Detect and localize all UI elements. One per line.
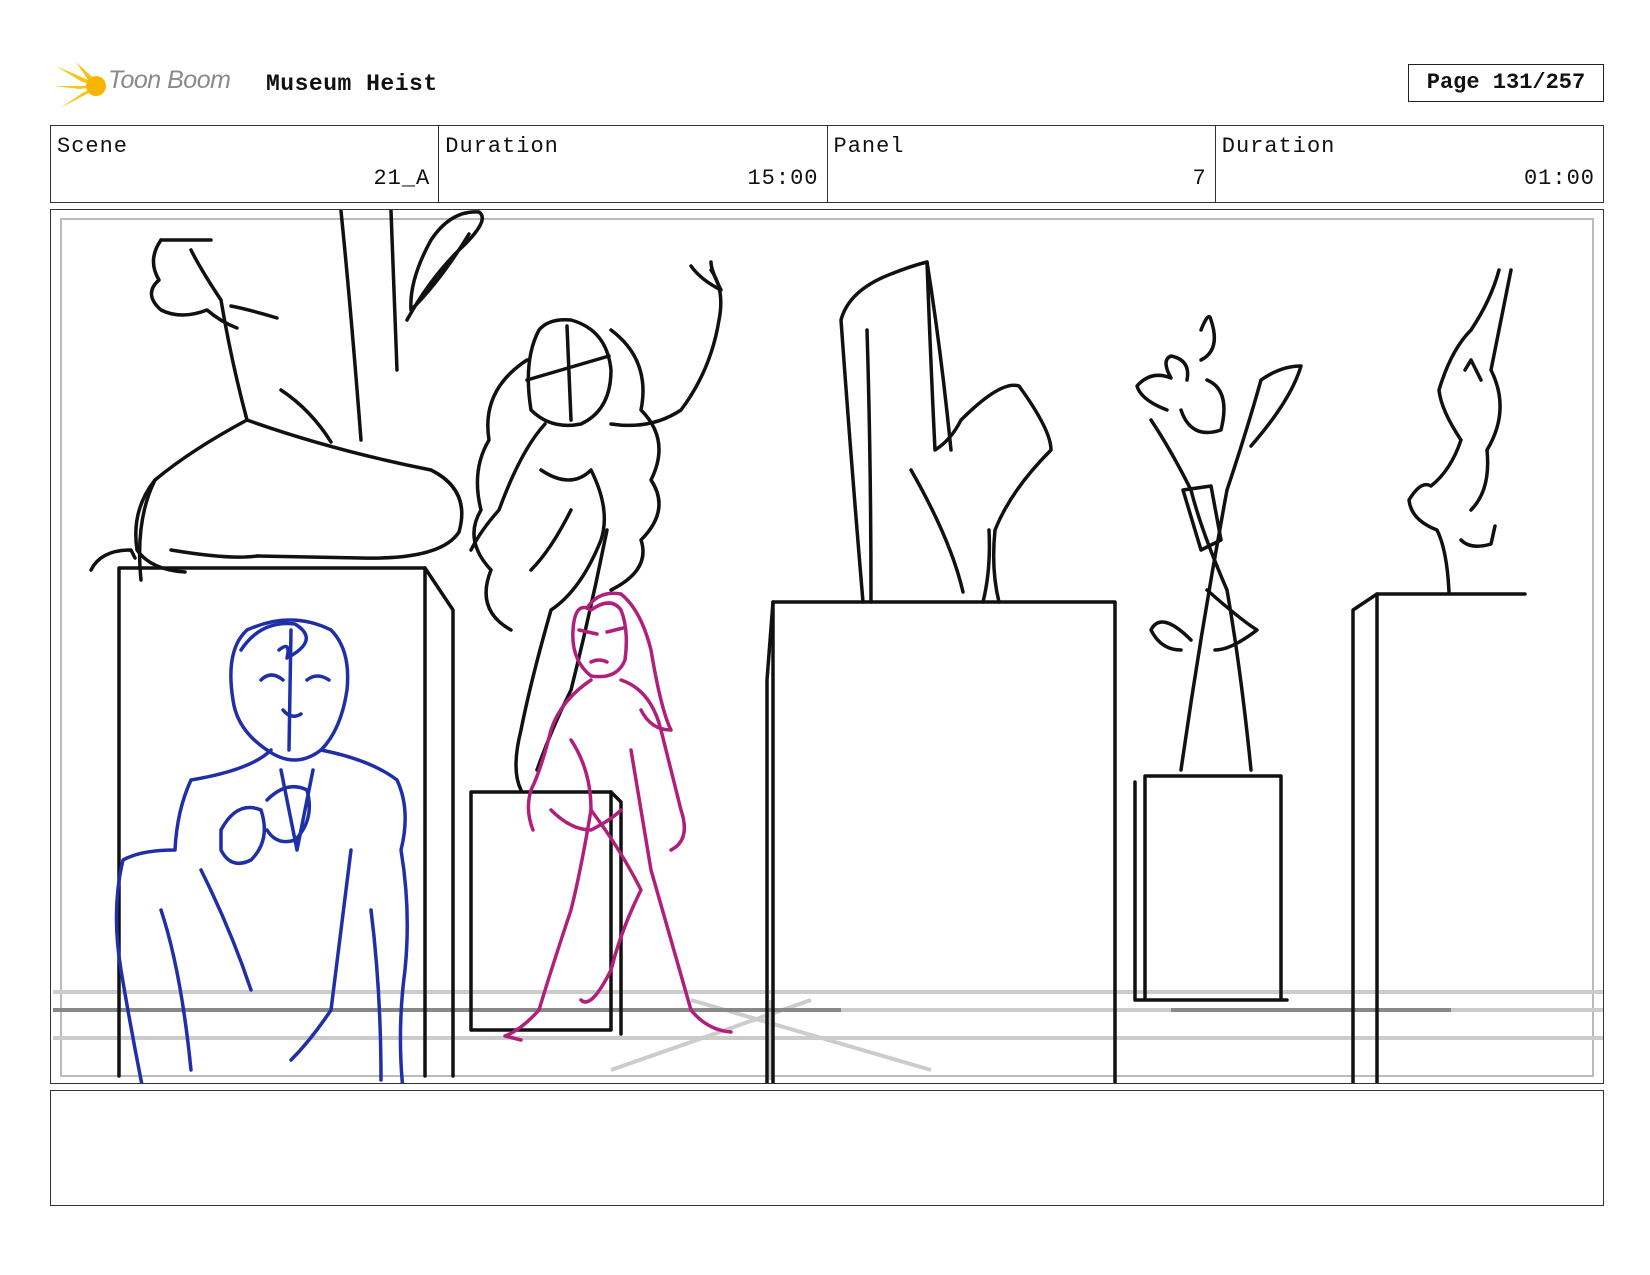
panel-duration-value: 01:00	[1523, 166, 1595, 191]
logo-text: Toon Boom	[108, 66, 231, 94]
scene-duration-cell: Duration 15:00	[439, 126, 828, 202]
scene-duration-value: 15:00	[747, 166, 819, 191]
scene-info-bar: Scene 21_A Duration 15:00 Panel 7 Durati…	[50, 125, 1604, 203]
panel-cell: Panel 7	[828, 126, 1216, 202]
caption-box	[50, 1090, 1604, 1206]
background-sketch	[89, 210, 1527, 1083]
storyboard-panel	[50, 209, 1604, 1084]
page-number: Page 131/257	[1408, 64, 1604, 102]
panel-duration-cell: Duration 01:00	[1216, 126, 1603, 202]
floor-grid	[53, 990, 1603, 1080]
panel-value: 7	[1192, 166, 1207, 191]
scene-value: 21_A	[373, 166, 431, 191]
right-small-pedestal	[1143, 774, 1283, 1000]
project-title: Museum Heist	[266, 71, 438, 97]
scene-label: Scene	[57, 134, 129, 159]
middle-pedestal	[469, 790, 613, 1032]
panel-sketch	[53, 210, 1603, 1083]
panel-duration-label: Duration	[1221, 134, 1336, 159]
scene-cell: Scene 21_A	[51, 126, 440, 202]
scene-duration-label: Duration	[445, 134, 559, 159]
blue-character-sketch	[114, 618, 409, 1083]
panel-label: Panel	[833, 134, 905, 159]
